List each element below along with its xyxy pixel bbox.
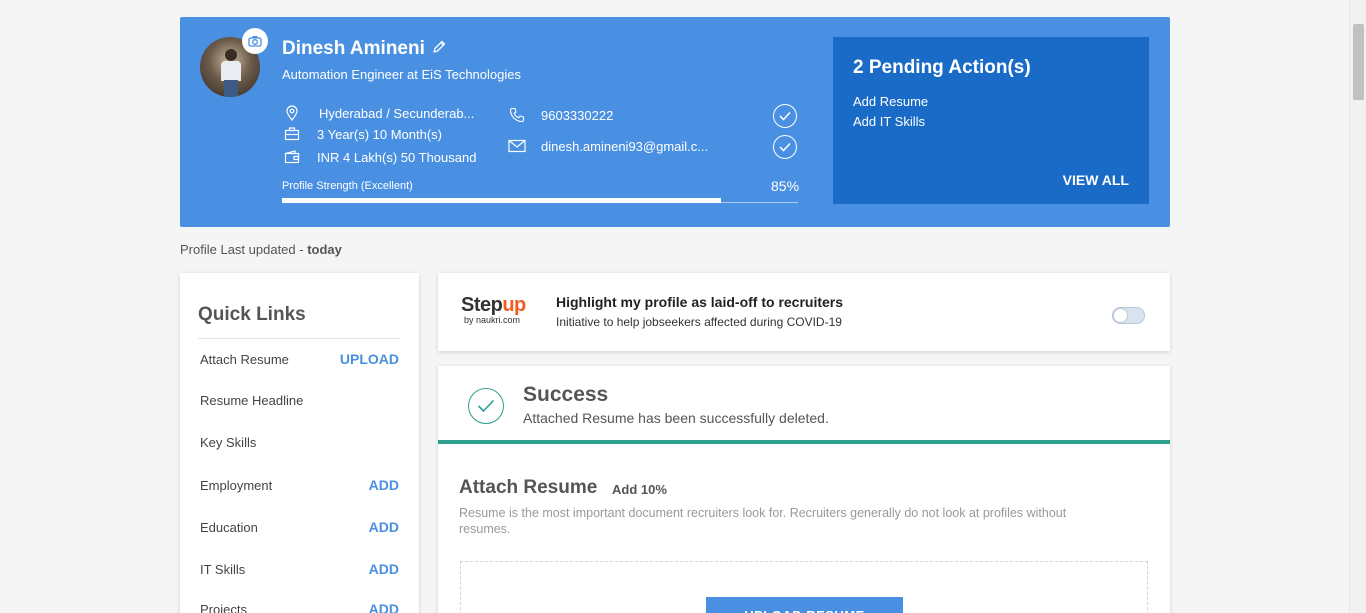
profile-strength-percent: 85% xyxy=(771,178,800,194)
phone-info: 9603330222 xyxy=(507,106,613,124)
stepup-banner: Stepup by naukri.com Highlight my profil… xyxy=(438,273,1170,351)
envelope-icon xyxy=(507,137,527,155)
stepup-logo-up: up xyxy=(502,294,526,316)
resume-dropzone[interactable]: UPLOAD RESUME xyxy=(460,561,1148,613)
profile-name: Dinesh Amineni xyxy=(282,38,425,59)
resume-card: Success Attached Resume has been success… xyxy=(438,366,1170,613)
quick-link-add-action[interactable]: ADD xyxy=(369,561,399,577)
location-info: Hyderabad / Secunderab... xyxy=(282,104,474,122)
last-updated-value: today xyxy=(307,242,342,257)
quick-link-label[interactable]: Projects xyxy=(200,602,247,613)
email-verified-check-icon xyxy=(773,135,797,159)
quick-link-add-action[interactable]: ADD xyxy=(369,601,399,613)
quick-links-divider xyxy=(198,338,400,339)
quick-link-upload-action[interactable]: UPLOAD xyxy=(340,351,399,367)
quick-link-key-skills[interactable]: Key Skills xyxy=(200,435,399,450)
laid-off-toggle[interactable] xyxy=(1112,307,1145,324)
scrollbar-thumb[interactable] xyxy=(1353,24,1364,100)
success-title: Success xyxy=(523,383,609,406)
attach-resume-title: Attach Resume xyxy=(459,477,598,498)
quick-link-resume-headline[interactable]: Resume Headline xyxy=(200,393,399,408)
toggle-knob xyxy=(1114,309,1127,322)
experience-text: 3 Year(s) 10 Month(s) xyxy=(317,126,443,142)
experience-info: 3 Year(s) 10 Month(s) xyxy=(282,125,442,143)
page-scrollbar[interactable] xyxy=(1349,0,1366,613)
pending-actions-title: 2 Pending Action(s) xyxy=(853,57,1031,78)
upload-resume-button[interactable]: UPLOAD RESUME xyxy=(706,597,903,613)
success-divider xyxy=(438,440,1170,444)
quick-link-add-action[interactable]: ADD xyxy=(369,519,399,535)
salary-text: INR 4 Lakh(s) 50 Thousand xyxy=(317,149,477,165)
view-all-button[interactable]: VIEW ALL xyxy=(1063,172,1129,188)
email-info: dinesh.amineni93@gmail.c... xyxy=(507,137,708,155)
last-updated-text: Profile Last updated - today xyxy=(180,242,342,257)
quick-link-attach-resume[interactable]: Attach Resume UPLOAD xyxy=(200,351,399,367)
quick-link-add-action[interactable]: ADD xyxy=(369,477,399,493)
quick-link-employment[interactable]: Employment ADD xyxy=(200,477,399,493)
attach-resume-description: Resume is the most important document re… xyxy=(459,506,1067,536)
stepup-logo-sub: by naukri.com xyxy=(464,315,521,325)
pending-item-add-it-skills[interactable]: Add IT Skills xyxy=(853,114,1129,129)
profile-strength-bar xyxy=(282,198,798,203)
stepup-logo-step: Step xyxy=(461,294,503,316)
last-updated-prefix: Profile Last updated - xyxy=(180,242,308,257)
location-text: Hyderabad / Secunderab... xyxy=(319,105,475,121)
quick-link-label[interactable]: Attach Resume xyxy=(200,352,289,367)
stepup-logo: Stepup by naukri.com xyxy=(461,294,526,325)
pending-item-add-resume[interactable]: Add Resume xyxy=(853,94,1129,109)
quick-links-panel: Quick Links Attach Resume UPLOAD Resume … xyxy=(180,273,419,613)
profile-strength-fill xyxy=(282,198,721,203)
quick-links-title: Quick Links xyxy=(198,304,306,325)
phone-verified-check-icon xyxy=(773,104,797,128)
wallet-icon xyxy=(282,148,302,166)
profile-strength-label: Profile Strength (Excellent) xyxy=(282,180,413,192)
profile-designation: Automation Engineer at EiS Technologies xyxy=(282,67,521,82)
quick-link-education[interactable]: Education ADD xyxy=(200,519,399,535)
attach-resume-add-percent: Add 10% xyxy=(612,482,667,497)
pencil-icon[interactable] xyxy=(431,39,447,60)
briefcase-icon xyxy=(282,125,302,143)
quick-link-projects[interactable]: Projects ADD xyxy=(200,601,399,613)
phone-text: 9603330222 xyxy=(541,107,614,123)
quick-link-it-skills[interactable]: IT Skills ADD xyxy=(200,561,399,577)
name-row: Dinesh Amineni xyxy=(282,38,447,60)
pending-actions-panel: 2 Pending Action(s) Add Resume Add IT Sk… xyxy=(833,37,1149,204)
quick-link-label[interactable]: IT Skills xyxy=(200,562,245,577)
location-pin-icon xyxy=(282,104,302,122)
quick-link-label[interactable]: Resume Headline xyxy=(200,393,303,408)
email-text: dinesh.amineni93@gmail.c... xyxy=(541,138,709,154)
quick-link-label[interactable]: Employment xyxy=(200,478,272,493)
stepup-title: Highlight my profile as laid-off to recr… xyxy=(556,294,844,310)
profile-header-card: Dinesh Amineni Automation Engineer at Ei… xyxy=(180,17,1170,227)
success-check-icon xyxy=(468,388,504,424)
quick-link-label[interactable]: Education xyxy=(200,520,258,535)
phone-icon xyxy=(507,106,527,124)
success-message: Attached Resume has been successfully de… xyxy=(523,410,829,426)
quick-link-label[interactable]: Key Skills xyxy=(200,435,256,450)
salary-info: INR 4 Lakh(s) 50 Thousand xyxy=(282,148,476,166)
camera-icon[interactable] xyxy=(242,28,268,54)
stepup-subtitle: Initiative to help jobseekers affected d… xyxy=(556,315,842,329)
